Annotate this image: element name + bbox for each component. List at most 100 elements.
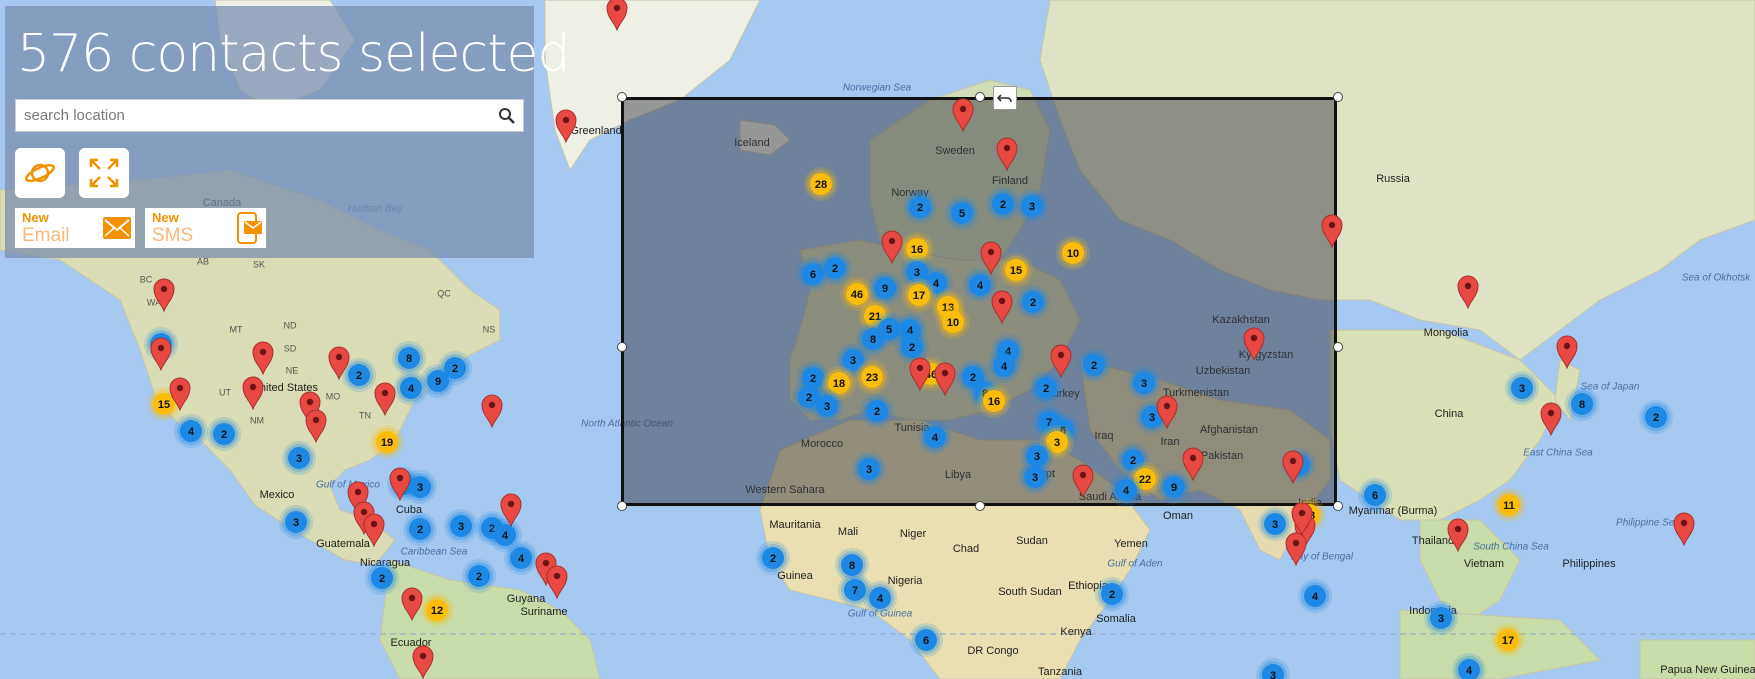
contact-cluster[interactable]: 3 <box>1015 189 1049 223</box>
contact-cluster[interactable]: 4 <box>863 581 897 615</box>
contact-cluster[interactable]: 3 <box>1505 371 1539 405</box>
selection-handle-nw[interactable] <box>617 92 627 102</box>
cluster-count: 2 <box>452 363 458 375</box>
contact-cluster[interactable]: 2 <box>1029 371 1063 405</box>
contact-cluster[interactable]: 6 <box>1358 478 1392 512</box>
contact-cluster[interactable]: 4 <box>174 414 208 448</box>
map-label: Mauritania <box>769 519 821 531</box>
map-label: Niger <box>900 528 927 540</box>
contact-cluster[interactable]: 2 <box>903 190 937 224</box>
search-icon[interactable] <box>497 106 517 126</box>
cluster-count: 8 <box>870 334 876 346</box>
contact-cluster[interactable]: 2 <box>207 417 241 451</box>
map-label: Thailand <box>1412 535 1454 547</box>
contact-cluster[interactable]: 2 <box>1639 400 1673 434</box>
cluster-count: 6 <box>1372 490 1378 502</box>
cluster-count: 2 <box>1043 383 1049 395</box>
contact-cluster[interactable]: 3 <box>1127 366 1161 400</box>
map-label: Myanmar (Burma) <box>1349 505 1438 517</box>
map-label: ND <box>284 320 297 330</box>
contact-cluster[interactable]: 2 <box>403 512 437 546</box>
contact-cluster[interactable]: 3 <box>282 441 316 475</box>
cluster-count: 8 <box>849 560 855 572</box>
selection-handle-s[interactable] <box>975 501 985 511</box>
cluster-count: 2 <box>1091 360 1097 372</box>
new-email-button[interactable]: New Email <box>15 208 135 248</box>
new-email-label: Email <box>22 225 70 246</box>
contact-cluster-large[interactable]: 10 <box>1056 236 1090 270</box>
cluster-count: 2 <box>1109 589 1115 601</box>
new-sms-button[interactable]: New SMS <box>145 208 266 248</box>
contact-cluster[interactable]: 2 <box>756 541 790 575</box>
cluster-count: 17 <box>1502 635 1514 647</box>
cluster-count: 2 <box>832 263 838 275</box>
search-box <box>15 99 524 132</box>
selection-handle-ne[interactable] <box>1333 92 1343 102</box>
undo-selection-button[interactable] <box>993 86 1017 110</box>
cluster-count: 4 <box>977 280 984 292</box>
map-label: Greenland <box>570 125 621 137</box>
cluster-count: 3 <box>1149 412 1155 424</box>
contact-cluster[interactable]: 2 <box>365 561 399 595</box>
map-label: Russia <box>1376 173 1411 185</box>
search-location-input[interactable] <box>16 100 492 131</box>
cluster-count: 9 <box>882 283 888 295</box>
selection-handle-n[interactable] <box>975 92 985 102</box>
contact-cluster[interactable]: 4 <box>504 541 538 575</box>
selection-handle-se[interactable] <box>1333 501 1343 511</box>
contact-cluster[interactable]: 2 <box>438 351 472 385</box>
contact-cluster-large[interactable]: 15 <box>999 253 1033 287</box>
cluster-count: 18 <box>833 378 845 390</box>
contact-cluster[interactable]: 3 <box>1424 601 1458 635</box>
contact-cluster-large[interactable]: 17 <box>902 278 936 312</box>
contact-cluster[interactable]: 3 <box>1018 460 1052 494</box>
map-label: Suriname <box>520 606 567 618</box>
map-label: Guatemala <box>316 538 371 550</box>
new-email-badge: New <box>22 210 49 225</box>
contact-cluster[interactable]: 4 <box>1298 579 1332 613</box>
contact-cluster-large[interactable]: 16 <box>977 384 1011 418</box>
contact-cluster[interactable]: 8 <box>392 341 426 375</box>
cluster-count: 3 <box>417 482 423 494</box>
contact-cluster[interactable]: 8 <box>1565 387 1599 421</box>
contact-cluster-large[interactable]: 12 <box>420 593 454 627</box>
contact-cluster[interactable]: 4 <box>1109 473 1143 507</box>
map-label: South China Sea <box>1473 542 1549 553</box>
contact-cluster[interactable]: 9 <box>1157 470 1191 504</box>
contact-cluster-large[interactable]: 10 <box>936 305 970 339</box>
contact-cluster[interactable]: 6 <box>909 623 943 657</box>
contact-cluster[interactable]: 2 <box>1077 348 1111 382</box>
contact-cluster[interactable]: 3 <box>1258 507 1292 541</box>
contact-cluster-large[interactable]: 17 <box>1491 623 1525 657</box>
selection-handle-e[interactable] <box>1333 342 1343 352</box>
cluster-count: 4 <box>188 426 195 438</box>
fit-bounds-button[interactable] <box>79 148 129 198</box>
contact-cluster-large[interactable]: 11 <box>1492 488 1526 522</box>
map-label: SD <box>284 343 297 353</box>
cluster-count: 11 <box>1503 500 1515 512</box>
map-label: Mexico <box>260 489 295 501</box>
contact-cluster[interactable]: 2 <box>986 187 1020 221</box>
contact-cluster[interactable]: 3 <box>279 505 313 539</box>
map-label: TN <box>359 410 371 420</box>
contact-cluster[interactable]: 2 <box>860 394 894 428</box>
cluster-count: 3 <box>458 521 464 533</box>
map-label: BC <box>140 274 153 284</box>
contact-cluster[interactable]: 3 <box>444 509 478 543</box>
contact-cluster-large[interactable]: 23 <box>855 360 889 394</box>
contact-cluster[interactable]: 3 <box>852 452 886 486</box>
contact-cluster[interactable]: 3 <box>810 389 844 423</box>
selection-handle-sw[interactable] <box>617 501 627 511</box>
map-label: China <box>1435 408 1465 420</box>
contact-cluster-large[interactable]: 28 <box>804 167 838 201</box>
planet-view-button[interactable] <box>15 148 65 198</box>
contact-cluster[interactable]: 2 <box>818 251 852 285</box>
contact-cluster[interactable]: 4 <box>918 420 952 454</box>
contact-cluster-large[interactable]: 19 <box>370 425 404 459</box>
selection-handle-w[interactable] <box>617 342 627 352</box>
contact-cluster[interactable]: 2 <box>1016 285 1050 319</box>
contact-cluster[interactable]: 2 <box>462 559 496 593</box>
contact-cluster[interactable]: 5 <box>945 196 979 230</box>
contact-cluster[interactable]: 2 <box>1095 577 1129 611</box>
cluster-count: 17 <box>913 290 925 302</box>
